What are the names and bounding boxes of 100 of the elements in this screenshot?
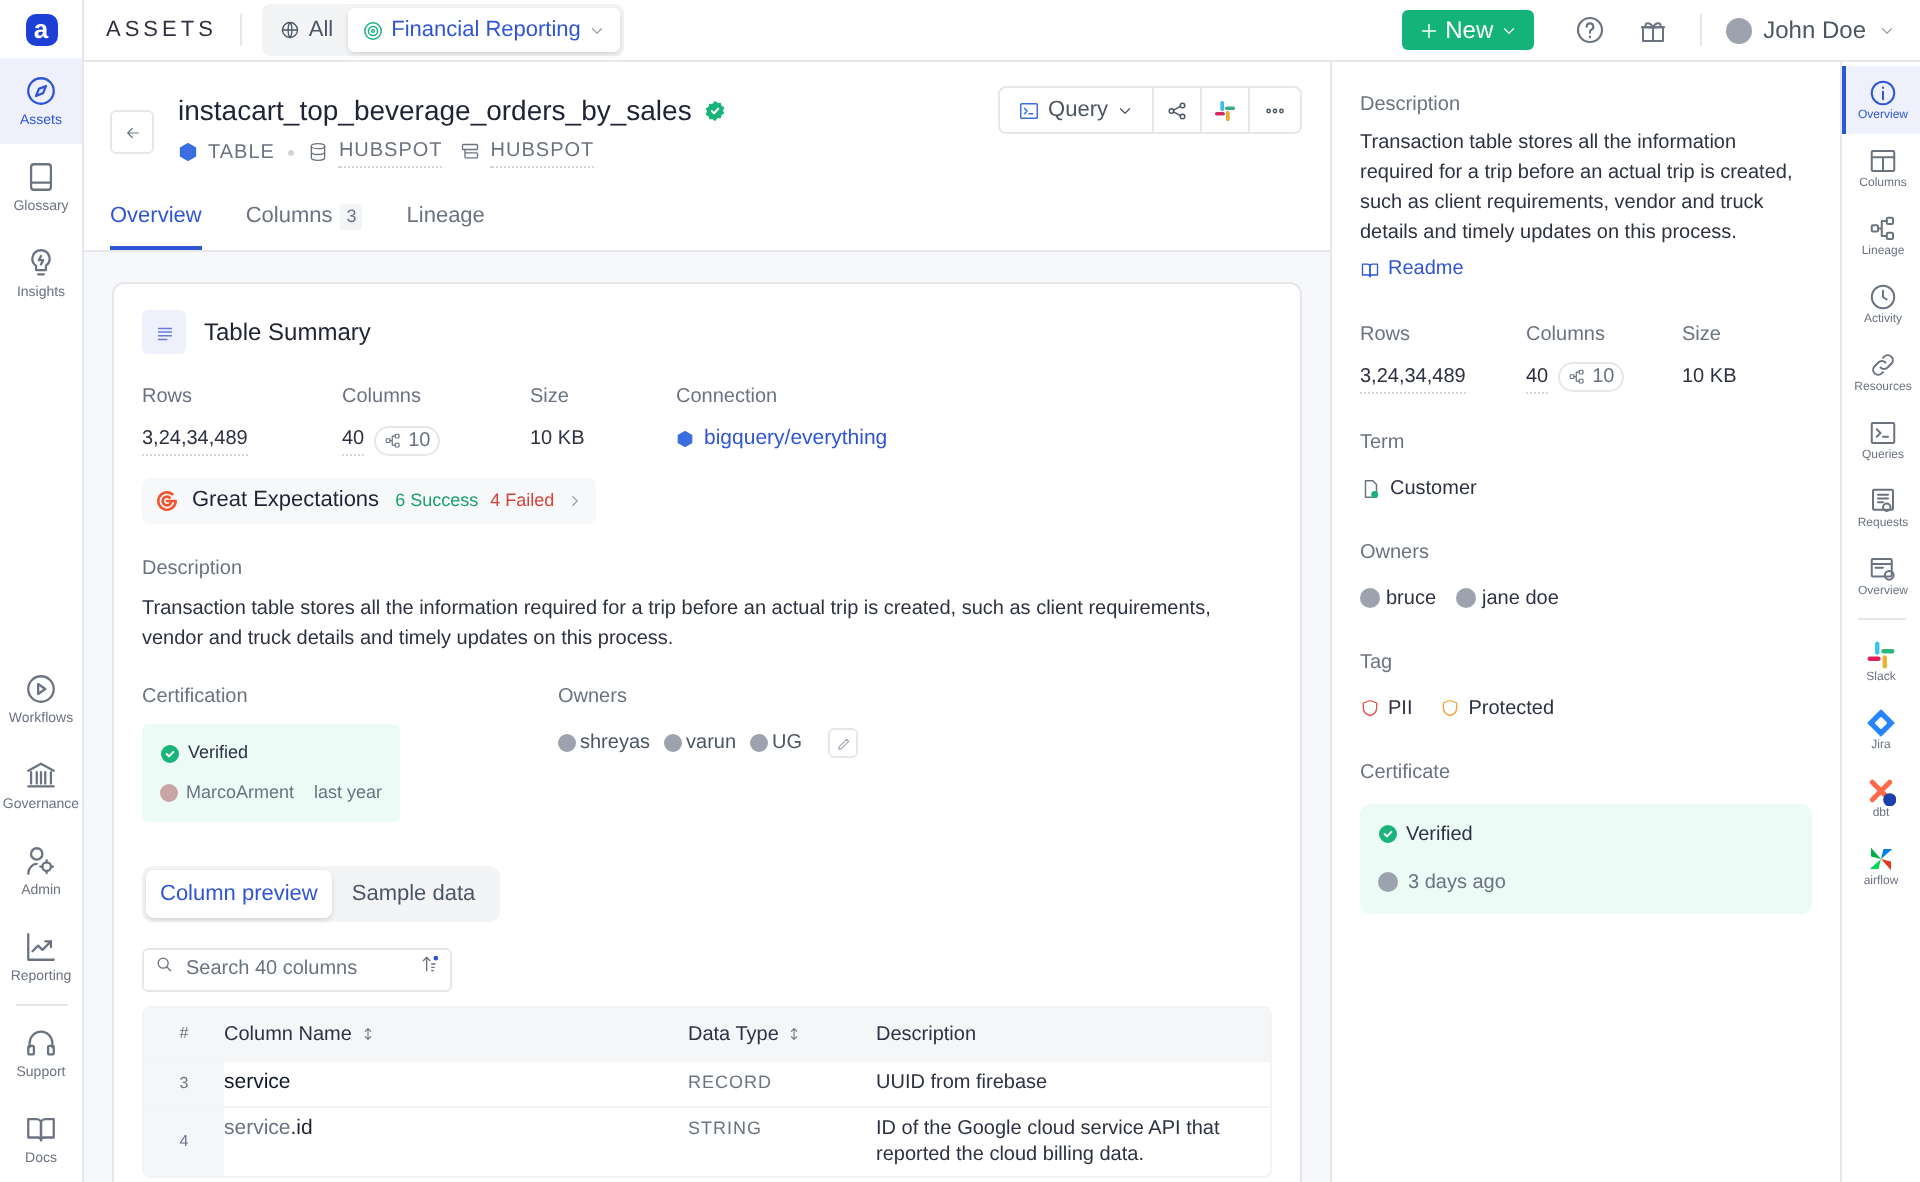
sort-icon (786, 1026, 803, 1042)
view-tab[interactable]: Column preview (146, 870, 332, 918)
avatar (1456, 588, 1477, 608)
info-icon (1868, 77, 1898, 107)
building-icon (24, 757, 58, 791)
quality-checks-button[interactable]: Great Expectations 6 Success 4 Failed (142, 478, 597, 524)
section-label: Certificate (1360, 759, 1453, 787)
stat-label: Columns (342, 384, 423, 412)
sort-icon[interactable] (420, 954, 440, 974)
tab[interactable]: Columns 3 (245, 192, 363, 250)
row-number: 3 (144, 1062, 224, 1105)
column-header[interactable]: Description (876, 1019, 1270, 1049)
avatar (664, 734, 683, 752)
target-icon (361, 19, 384, 41)
schema-icon (460, 142, 481, 162)
search-icon (154, 954, 174, 974)
user-menu[interactable]: John Doe (1725, 12, 1896, 48)
cross-logo-icon (1866, 775, 1896, 805)
column-header[interactable]: Data Type (688, 1019, 876, 1049)
tab[interactable]: Overview (110, 192, 202, 250)
columns-icon (1868, 145, 1898, 175)
owner-name[interactable]: bruce (1386, 583, 1437, 613)
verified-badge-icon (1378, 824, 1398, 844)
row-number: 4 (144, 1107, 224, 1175)
breadcrumb[interactable]: HUBSPOT (338, 136, 443, 168)
tag-label[interactable]: PII (1388, 693, 1413, 723)
database-icon (308, 142, 329, 162)
section-label: Description (142, 556, 245, 584)
pinwheel-logo-icon (1866, 843, 1896, 873)
book-icon (24, 159, 58, 193)
owner-name[interactable]: varun (686, 728, 737, 758)
stat-value: 3,24,34,489 (1360, 361, 1466, 393)
section-label: Owners (558, 684, 629, 712)
hexagon-icon (676, 430, 694, 449)
section-label: Tag (1360, 649, 1395, 677)
avatar (160, 783, 178, 802)
term-icon (1360, 477, 1382, 499)
connection-link[interactable]: bigquery/everything (676, 424, 888, 456)
linked-count-pill[interactable]: 10 (374, 425, 441, 455)
success-count: 6 Success (395, 487, 479, 514)
column-header: # (177, 1022, 191, 1046)
terminal-icon (1018, 99, 1041, 121)
column-description: ID of the Google cloud service API that reported the cloud billing data. (876, 1115, 1222, 1167)
owner-name[interactable]: shreyas (580, 728, 651, 758)
query-button[interactable]: Query (1000, 88, 1154, 132)
owner-name[interactable]: jane doe (1482, 583, 1559, 613)
help-icon[interactable] (1573, 14, 1606, 46)
column-name[interactable]: service (224, 1070, 688, 1097)
section-label: Certification (142, 684, 250, 712)
avatar (1725, 17, 1752, 43)
owner-name[interactable]: UG (772, 728, 803, 758)
stat-label: Rows (142, 384, 195, 412)
tab[interactable]: Lineage (406, 192, 485, 250)
column-header[interactable]: Column Name (224, 1019, 688, 1049)
tag-label[interactable]: Protected (1468, 693, 1555, 723)
section-label: Term (1360, 429, 1407, 457)
certifier-name: MarcoArment (186, 779, 295, 805)
stat-value: 10 KB (1682, 363, 1737, 391)
readme-link[interactable]: Readme (1360, 254, 1464, 284)
section-label: Owners (1360, 539, 1431, 567)
link-icon (1868, 349, 1898, 379)
avatar (558, 734, 576, 752)
plus-icon (1417, 19, 1440, 41)
diamond-logo-icon (1866, 707, 1896, 737)
view-tab[interactable]: Sample data (331, 870, 496, 918)
scope-tab[interactable]: All (266, 8, 348, 52)
column-name[interactable]: service.id (224, 1115, 688, 1167)
description-text: Transaction table stores all the information required for a trip before an actual trip is created, such as client requirements, vendor and truck details and timely updates on this process. (142, 596, 1213, 654)
stat-label: Size (530, 384, 571, 412)
term-link[interactable]: Customer (1390, 473, 1477, 503)
linked-count-pill[interactable]: 10 (1558, 362, 1625, 392)
terminal-icon (1868, 417, 1898, 447)
certified-time: 3 days ago (1408, 869, 1506, 897)
search-field[interactable]: Search 40 columns (142, 947, 452, 991)
stat-value: 10 KB (530, 426, 585, 454)
hash-logo-icon (1866, 639, 1896, 669)
data-type: STRING (688, 1115, 765, 1141)
breadcrumb[interactable]: HUBSPOT (490, 136, 595, 168)
request-icon (1868, 485, 1898, 515)
verified-badge-icon (160, 743, 180, 764)
certification-status: Verified (188, 740, 249, 766)
play-icon (24, 671, 58, 705)
lineage-icon (1868, 213, 1898, 243)
section-label: Description (1360, 92, 1463, 120)
open-book-icon (1360, 259, 1380, 279)
spiral-logo-icon (154, 488, 180, 514)
asset-title: instacart_top_beverage_orders_by_sales (178, 92, 692, 130)
line-chart-icon (24, 929, 58, 963)
app-logo[interactable]: a (25, 14, 57, 46)
column-description: UUID from firebase (876, 1070, 1050, 1097)
sort-icon (359, 1026, 376, 1042)
arrow-left-icon (123, 123, 141, 141)
stat-label: Columns (1526, 321, 1607, 349)
clock-icon (1868, 281, 1898, 311)
user-gear-icon (24, 843, 58, 877)
scope-tab[interactable]: Financial Reporting (347, 8, 621, 52)
compass-icon (24, 73, 58, 107)
stat-label: Rows (1360, 321, 1413, 349)
count-badge: 3 (340, 203, 363, 231)
stat-value: 40 (342, 424, 365, 456)
